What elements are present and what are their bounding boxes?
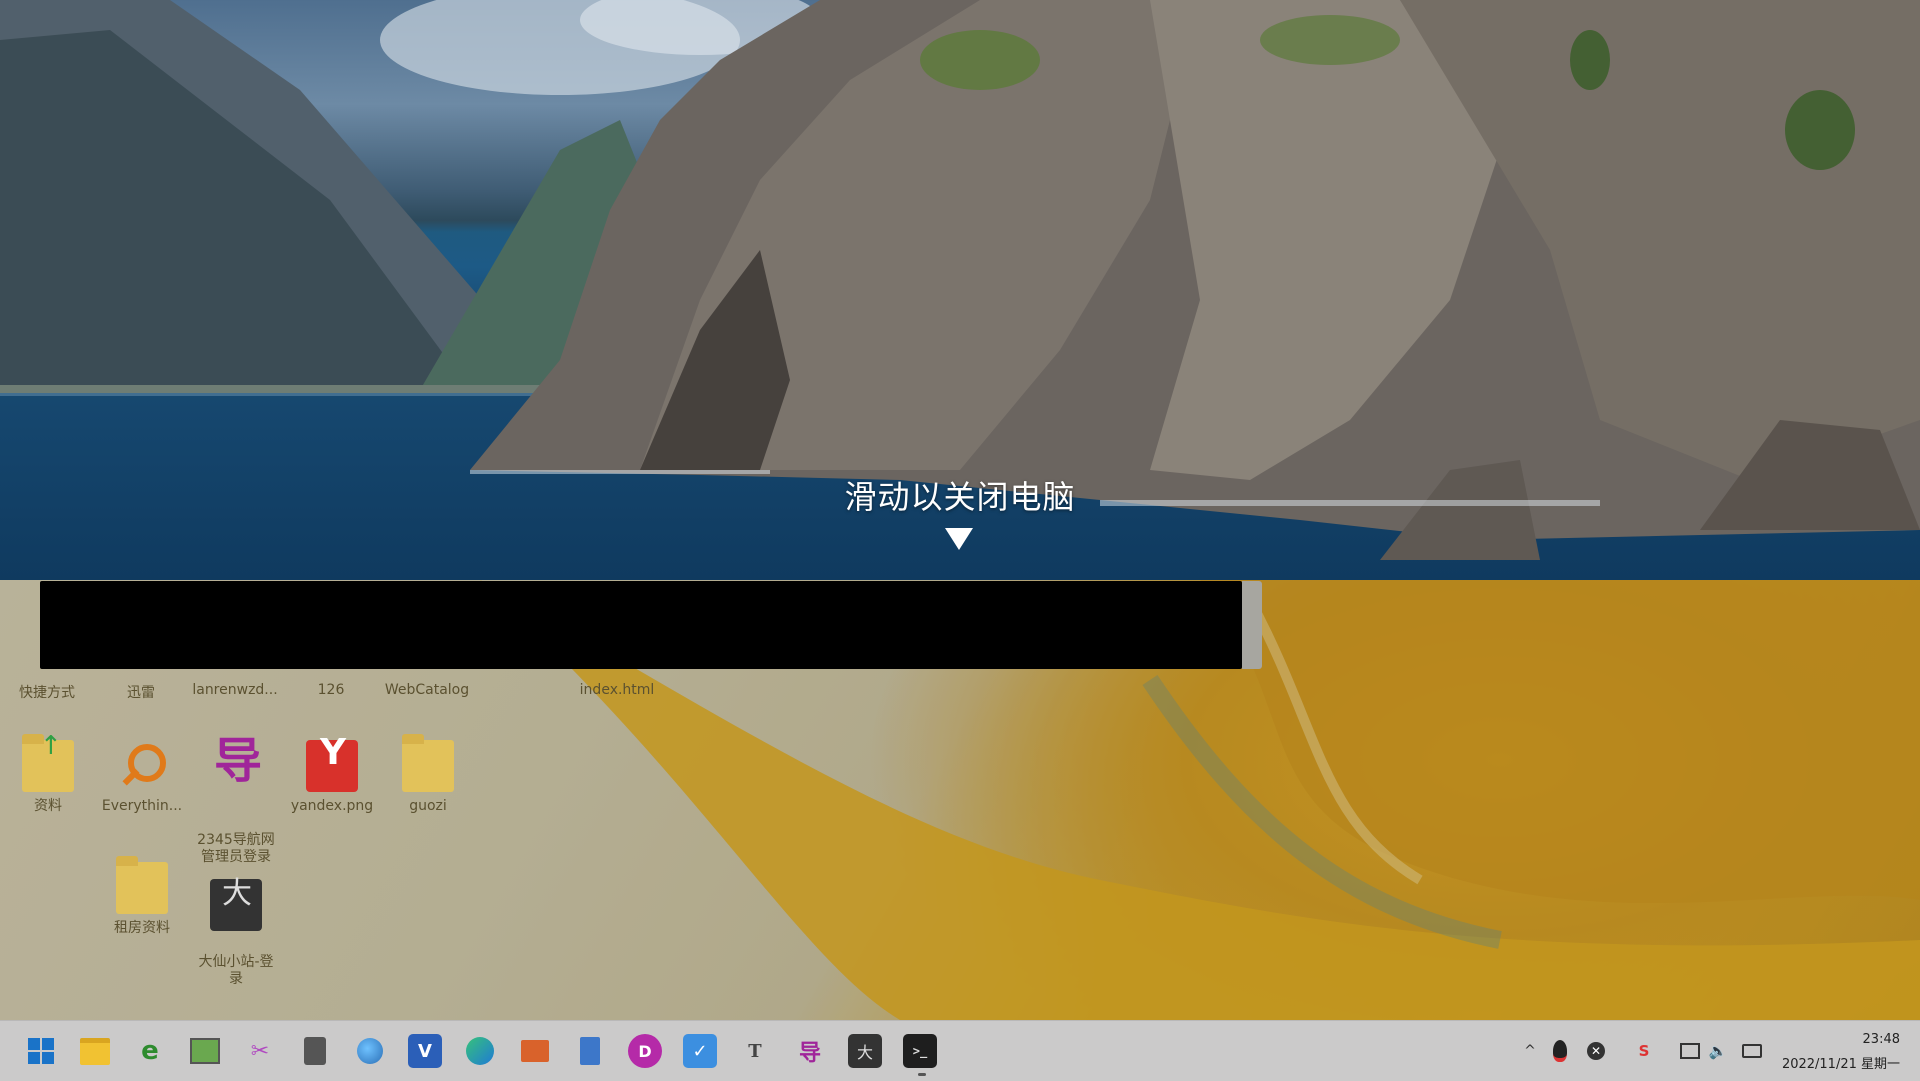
show-hidden-icons-chevron[interactable]: ^	[1520, 1041, 1540, 1061]
desktop-icon-label: guozi	[409, 798, 447, 814]
qq-icon[interactable]	[1550, 1040, 1570, 1062]
desktop-icon-guozi[interactable]: guozi	[380, 734, 476, 815]
circle-x-icon[interactable]: ✕	[1586, 1041, 1606, 1061]
magnifier-icon	[116, 740, 168, 792]
desktop-icon-label: 租房资料	[114, 920, 170, 936]
ie-browser-icon[interactable]: e	[133, 1034, 167, 1068]
slide-to-shutdown-text: 滑动以关闭电脑	[844, 478, 1076, 516]
calculator-icon[interactable]	[298, 1034, 332, 1068]
notepad-icon[interactable]	[573, 1034, 607, 1068]
s-app-icon[interactable]: S	[1634, 1041, 1654, 1061]
xcode-like-icon[interactable]: ✓	[683, 1034, 717, 1068]
file-explorer-icon[interactable]	[78, 1034, 112, 1068]
daxian-taskbar-icon[interactable]: 大	[848, 1034, 882, 1068]
taskbar: e ✂ V D ✓ T 导 大 >_ ^ ✕ S 🔈 23:48 2022/11…	[0, 1020, 1920, 1081]
desktop-icon-ziliao[interactable]: ↑ 资料	[0, 733, 96, 815]
network-icon[interactable]	[1680, 1041, 1700, 1061]
dao-taskbar-icon[interactable]: 导	[793, 1034, 827, 1068]
desktop-icon-zufang[interactable]: 租房资料	[94, 856, 190, 937]
desktop-label-lanrenwzd[interactable]: lanrenwzd...	[180, 682, 290, 698]
desktop-icon-label: Everythin...	[101, 798, 183, 814]
image-editor-icon[interactable]	[188, 1034, 222, 1068]
typora-icon[interactable]: T	[738, 1034, 772, 1068]
desktop-icon-label: yandex.png	[290, 798, 374, 814]
scissors-tool-icon[interactable]: ✂	[243, 1034, 277, 1068]
black-window-remnant	[40, 581, 1242, 669]
arrow-down-icon	[945, 528, 973, 550]
desktop-icon-daxian[interactable]: 大 大仙小站-登 录	[188, 862, 284, 1005]
desktop-label-index-html[interactable]: index.html	[562, 682, 672, 698]
d-app-icon[interactable]: D	[628, 1034, 662, 1068]
toolbox-icon[interactable]	[518, 1034, 552, 1068]
daxian-shortcut-icon: 大	[210, 879, 262, 931]
window-scrollbar-edge	[1242, 581, 1262, 669]
visual-studio-icon[interactable]: V	[408, 1034, 442, 1068]
dao-shortcut-icon: 导	[214, 733, 263, 789]
slide-to-shutdown-overlay[interactable]: 滑动以关闭电脑	[0, 0, 1920, 580]
yandex-image-icon: Y	[306, 735, 358, 792]
battery-icon[interactable]	[1742, 1041, 1762, 1061]
folder-icon	[116, 856, 168, 914]
edge-icon[interactable]	[463, 1034, 497, 1068]
desktop-icon-label: 资料	[34, 798, 62, 814]
desktop-icon-everything[interactable]: Everythin...	[94, 740, 190, 815]
clock-date[interactable]: 2022/11/21 星期一	[1782, 1053, 1900, 1072]
start-icon[interactable]	[24, 1034, 58, 1068]
active-app-indicator	[918, 1073, 926, 1076]
desktop-icon-label: 大仙小站-登 录	[198, 954, 274, 987]
desktop-icon-yandex[interactable]: Y yandex.png	[284, 735, 380, 815]
terminal-icon[interactable]: >_	[903, 1034, 937, 1068]
clock-time[interactable]: 23:48	[1863, 1032, 1900, 1047]
folder-icon	[402, 734, 454, 792]
folder-upload-icon: ↑	[22, 733, 74, 792]
globe-browser-icon[interactable]	[353, 1034, 387, 1068]
desktop-label-126[interactable]: 126	[276, 682, 386, 698]
desktop-label-webcatalog[interactable]: WebCatalog	[372, 682, 482, 698]
desktop-icon-label: 2345导航网 管理员登录	[197, 832, 275, 865]
volume-icon[interactable]: 🔈	[1708, 1041, 1728, 1061]
